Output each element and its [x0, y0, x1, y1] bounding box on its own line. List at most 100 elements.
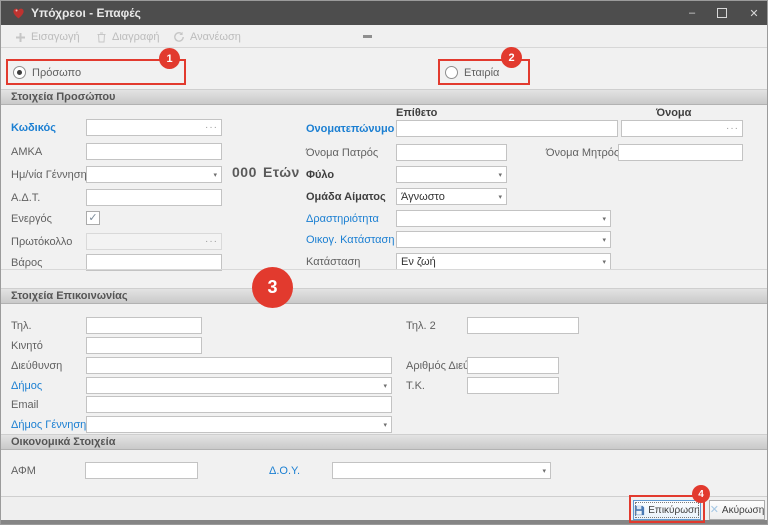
kodikos-ellipsis-icon[interactable]: ··· [205, 123, 218, 133]
protocol-label: Πρωτόκολλο [11, 236, 72, 248]
chevron-down-icon: ▾ [542, 467, 546, 475]
kodikos-label: Κωδικός [11, 122, 56, 134]
protocol-field[interactable]: ··· [86, 233, 222, 250]
toolbar-refresh-button[interactable]: Ανανέωση [173, 29, 241, 45]
toolbar-delete-button[interactable]: Διαγραφή [96, 29, 160, 45]
father-name-label: Όνομα Πατρός [306, 147, 378, 159]
birthdate-label: Ημ/νία Γέννησης [11, 169, 92, 181]
chevron-down-icon: ▾ [498, 193, 502, 201]
annotation-badge-4: 4 [692, 485, 710, 503]
save-icon [634, 505, 645, 516]
municipality-label: Δήμος [11, 380, 42, 392]
maximize-icon [717, 8, 727, 18]
maximize-button[interactable] [712, 3, 732, 23]
amka-label: ΑΜΚΑ [11, 146, 42, 158]
chevron-down-icon: ▾ [602, 215, 606, 223]
life-status-value: Εν ζωή [401, 256, 602, 268]
title-bar: Υπόχρεοι - Επαφές – ✕ [1, 1, 767, 25]
annotation-badge-2: 2 [501, 47, 522, 68]
firstname-column-header: Όνομα [656, 107, 691, 119]
firstname-field[interactable]: ··· [621, 120, 743, 137]
trash-icon [96, 32, 107, 43]
toolbar-delete-label: Διαγραφή [112, 31, 160, 43]
birth-municipality-dropdown[interactable]: ▾ [86, 416, 392, 433]
kodikos-input[interactable] [90, 122, 205, 134]
address-input[interactable] [86, 357, 392, 374]
toolbar-overflow-handle[interactable] [363, 35, 372, 38]
surname-column-header: Επίθετο [396, 107, 437, 119]
afm-input[interactable] [85, 462, 198, 479]
protocol-input[interactable] [90, 236, 205, 248]
fullname-label: Ονοματεπώνυμο [306, 123, 394, 135]
mobile-input[interactable] [86, 337, 202, 354]
phone-label: Τηλ. [11, 320, 32, 332]
minimize-button[interactable]: – [682, 3, 702, 23]
active-label: Ενεργός [11, 213, 52, 225]
chevron-down-icon: ▾ [602, 236, 606, 244]
phone2-input[interactable] [467, 317, 579, 334]
close-icon: ✕ [749, 7, 758, 20]
kodikos-field[interactable]: ··· [86, 119, 222, 136]
mother-name-input[interactable] [618, 144, 743, 161]
phone2-label: Τηλ. 2 [406, 320, 436, 332]
zip-input[interactable] [467, 377, 559, 394]
doy-label: Δ.Ο.Υ. [269, 465, 300, 477]
email-label: Email [11, 399, 39, 411]
chevron-down-icon: ▾ [602, 258, 606, 266]
close-button[interactable]: ✕ [744, 3, 764, 23]
chevron-down-icon: ▾ [383, 382, 387, 390]
chevron-down-icon: ▾ [213, 171, 217, 179]
life-status-label: Κατάσταση [306, 256, 360, 268]
window-bottom-edge [1, 520, 767, 524]
cancel-button[interactable]: ✕ Ακύρωση [709, 500, 765, 520]
doy-dropdown[interactable]: ▾ [332, 462, 551, 479]
annotation-badge-3: 3 [252, 267, 293, 308]
protocol-ellipsis-icon[interactable]: ··· [205, 237, 218, 247]
blood-type-label: Ομάδα Αίματος [306, 191, 386, 203]
blood-type-dropdown[interactable]: Άγνωστο ▾ [396, 188, 507, 205]
afm-label: ΑΦΜ [11, 465, 36, 477]
father-name-input[interactable] [396, 144, 507, 161]
municipality-dropdown[interactable]: ▾ [86, 377, 392, 394]
activity-dropdown[interactable]: ▾ [396, 210, 611, 227]
firstname-input[interactable] [625, 123, 726, 135]
age-unit: Ετών [263, 164, 300, 180]
amka-input[interactable] [86, 143, 222, 160]
refresh-icon [173, 31, 185, 43]
adt-label: Α.Δ.Τ. [11, 192, 40, 204]
phone-input[interactable] [86, 317, 202, 334]
active-checkbox[interactable]: ✓ [86, 211, 100, 225]
adt-input[interactable] [86, 189, 222, 206]
marital-status-label: Οικογ. Κατάσταση [306, 234, 394, 246]
surname-input[interactable] [396, 120, 618, 137]
minimize-icon: – [689, 7, 695, 19]
birthdate-dropdown[interactable]: ▾ [86, 166, 222, 183]
confirm-button-label: Επικύρωση [648, 505, 700, 516]
toolbar-insert-button[interactable]: Εισαγωγή [15, 29, 80, 45]
address-label: Διεύθυνση [11, 360, 62, 372]
life-status-dropdown[interactable]: Εν ζωή ▾ [396, 253, 611, 270]
chevron-down-icon: ▾ [498, 171, 502, 179]
radio-person[interactable] [13, 66, 26, 79]
age-value: 000 [232, 164, 257, 180]
zip-label: Τ.Κ. [406, 380, 425, 392]
radio-person-label: Πρόσωπο [32, 67, 81, 79]
toolbar: Εισαγωγή Διαγραφή Ανανέωση [1, 25, 767, 48]
marital-status-dropdown[interactable]: ▾ [396, 231, 611, 248]
section-header-person: Στοιχεία Προσώπου [1, 89, 767, 105]
radio-company[interactable] [445, 66, 458, 79]
confirm-button[interactable]: Επικύρωση [633, 500, 701, 520]
gender-label: Φύλο [306, 169, 334, 181]
mobile-label: Κινητό [11, 340, 43, 352]
firstname-ellipsis-icon[interactable]: ··· [726, 124, 739, 134]
dialog-window: Υπόχρεοι - Επαφές – ✕ Εισαγωγή Διαγραφή … [0, 0, 768, 525]
app-icon [12, 7, 25, 19]
window-title: Υπόχρεοι - Επαφές [31, 6, 141, 20]
plus-icon [15, 32, 26, 43]
annotation-badge-1: 1 [159, 48, 180, 69]
address-number-input[interactable] [467, 357, 559, 374]
cancel-button-label: Ακύρωση [722, 505, 764, 516]
email-input[interactable] [86, 396, 392, 413]
gender-dropdown[interactable]: ▾ [396, 166, 507, 183]
section-divider [1, 269, 767, 270]
